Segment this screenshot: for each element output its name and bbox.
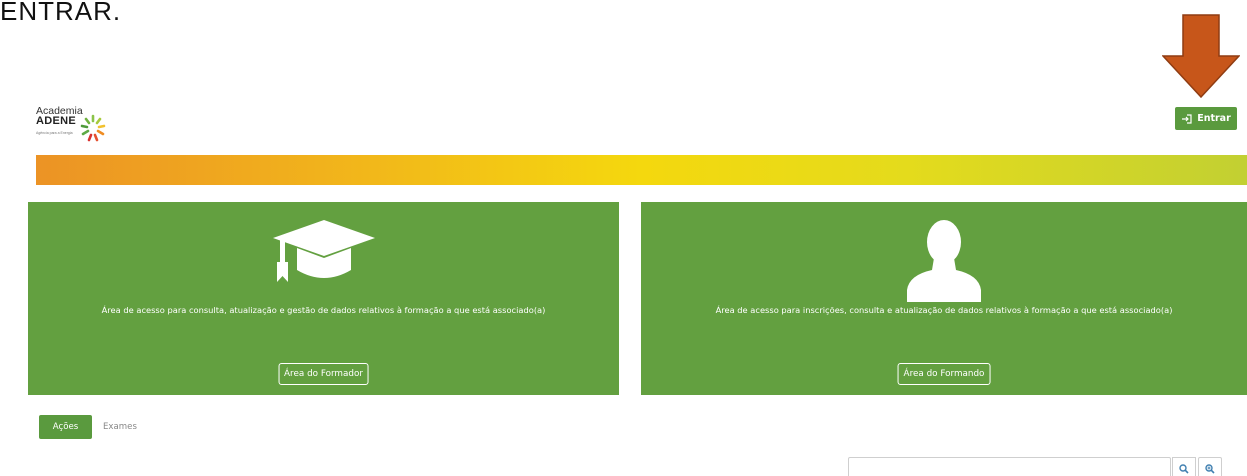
search-icon bbox=[1179, 464, 1189, 474]
entrar-label: Entrar bbox=[1197, 113, 1231, 124]
formador-card: Área de acesso para consulta, atualizaçã… bbox=[28, 202, 619, 395]
graduation-cap-icon bbox=[272, 220, 375, 282]
down-arrow-icon bbox=[1162, 14, 1240, 98]
advanced-search-button[interactable] bbox=[1198, 457, 1222, 476]
sign-in-icon bbox=[1182, 113, 1192, 124]
logo-line2: ADENE bbox=[36, 115, 77, 127]
zoom-in-icon bbox=[1205, 464, 1215, 474]
formador-description: Área de acesso para consulta, atualizaçã… bbox=[101, 305, 546, 315]
area-formando-button[interactable]: Área do Formando bbox=[897, 363, 991, 385]
search-button[interactable] bbox=[1172, 457, 1196, 476]
formando-description: Área de acesso para inscrições, consulta… bbox=[715, 305, 1173, 315]
header-banner bbox=[36, 155, 1247, 185]
area-formador-button[interactable]: Área do Formador bbox=[278, 363, 369, 385]
search-input[interactable] bbox=[848, 457, 1171, 476]
tab-acoes[interactable]: Ações bbox=[39, 415, 92, 439]
entrar-button[interactable]: Entrar bbox=[1175, 107, 1237, 130]
user-silhouette-icon bbox=[907, 220, 981, 302]
sunburst-logo-icon bbox=[80, 114, 106, 142]
academia-adene-logo: Academia ADENE Agência para a Energia bbox=[36, 105, 106, 151]
formando-card: Área de acesso para inscrições, consulta… bbox=[641, 202, 1247, 395]
logo-tagline: Agência para a Energia bbox=[36, 131, 73, 135]
tab-exames[interactable]: Exames bbox=[103, 422, 137, 432]
instruction-text: ENTRAR. bbox=[0, 0, 122, 26]
